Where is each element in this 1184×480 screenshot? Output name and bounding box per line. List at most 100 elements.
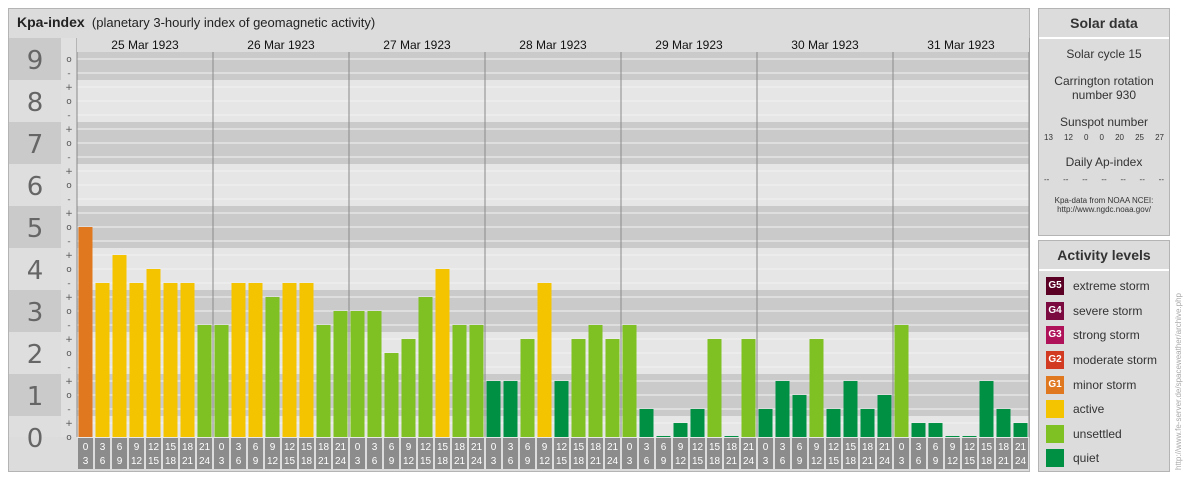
activity-levels-heading: Activity levels	[1039, 241, 1169, 271]
y-tick-label: 9	[27, 46, 44, 76]
y-subtick-label: -	[67, 321, 70, 331]
time-slot-end: 15	[284, 456, 296, 467]
y-subtick-label: +	[65, 293, 73, 303]
kp-bar	[214, 324, 229, 437]
time-slot-start: 15	[573, 442, 585, 453]
time-slot-end: 24	[1015, 456, 1027, 467]
time-slot-start: 3	[100, 442, 106, 453]
time-slot-end: 12	[267, 456, 279, 467]
time-slot-end: 18	[165, 456, 177, 467]
time-slot-end: 18	[301, 456, 313, 467]
sunspot-value: 12	[1064, 133, 1073, 142]
kp-bar	[112, 255, 127, 437]
legend-label: strong storm	[1073, 328, 1140, 343]
time-slot-start: 9	[134, 442, 140, 453]
source-line2: http://www.ngdc.noaa.gov/	[1057, 205, 1151, 214]
time-slot-end: 6	[508, 456, 514, 467]
kp-bar	[673, 423, 688, 437]
y-subtick-label: +	[65, 377, 73, 387]
kp-bar	[486, 381, 501, 437]
time-slot-end: 24	[743, 456, 755, 467]
y-subtick-label: -	[67, 195, 70, 205]
time-slot-start: 18	[726, 442, 738, 453]
time-slot-end: 12	[403, 456, 415, 467]
time-slot-start: 0	[83, 442, 89, 453]
time-slot-end: 15	[692, 456, 704, 467]
time-slot-end: 21	[726, 456, 738, 467]
legend-swatch: G3	[1046, 326, 1064, 345]
kp-bar	[707, 339, 722, 437]
time-slot-start: 21	[1015, 442, 1027, 453]
time-slot-start: 12	[556, 442, 568, 453]
ap-value: --	[1120, 175, 1126, 184]
time-slot-start: 21	[879, 442, 891, 453]
time-slot-end: 24	[335, 456, 347, 467]
kp-bar	[877, 395, 892, 437]
kp-bar	[656, 436, 671, 437]
time-slot-start: 6	[525, 442, 531, 453]
solar-data-panel: Solar data Solar cycle 15 Carrington rot…	[1038, 8, 1170, 236]
legend-item: quiet	[1039, 446, 1169, 471]
kp-bar	[639, 408, 654, 437]
time-slot-start: 12	[284, 442, 296, 453]
kp-bar	[605, 339, 620, 437]
credit-url: http://www.fe-server.de/spaceweather/arc…	[1174, 293, 1183, 470]
y-tick-label: 1	[27, 382, 44, 412]
time-slot-end: 18	[437, 456, 449, 467]
time-slot-end: 3	[899, 456, 905, 467]
time-slot-end: 9	[933, 456, 939, 467]
time-slot-start: 15	[709, 442, 721, 453]
time-slot-start: 15	[165, 442, 177, 453]
legend-label: minor storm	[1073, 377, 1137, 392]
time-slot-start: 6	[117, 442, 123, 453]
time-slot-end: 24	[879, 456, 891, 467]
day-label: 26 Mar 1923	[247, 38, 315, 52]
time-slot-end: 18	[573, 456, 585, 467]
sunspot-value: 27	[1155, 133, 1164, 142]
y-tick-label: 2	[27, 340, 44, 370]
y-subtick-label: -	[67, 69, 70, 79]
time-slot-end: 21	[862, 456, 874, 467]
time-slot-start: 12	[828, 442, 840, 453]
time-slot-start: 6	[253, 442, 259, 453]
time-slot-start: 15	[981, 442, 993, 453]
y-subtick-label: o	[66, 139, 72, 149]
time-slot-end: 12	[811, 456, 823, 467]
time-slot-end: 21	[454, 456, 466, 467]
time-slot-start: 3	[508, 442, 514, 453]
time-slot-end: 15	[828, 456, 840, 467]
kp-bar	[945, 436, 960, 437]
y-subtick-label: o	[66, 265, 72, 275]
kp-bar	[809, 339, 824, 437]
kp-bar	[452, 324, 467, 437]
legend-swatch	[1046, 449, 1064, 468]
y-subtick-label: +	[65, 83, 73, 93]
time-slot-start: 9	[270, 442, 276, 453]
sunspot-values: 13 12 0 0 20 25 27	[1039, 133, 1169, 142]
kp-bar	[741, 339, 756, 437]
day-label: 25 Mar 1923	[111, 38, 179, 52]
time-slot-end: 24	[471, 456, 483, 467]
kp-bar	[758, 408, 773, 437]
y-tick-label: 5	[27, 214, 44, 244]
time-slot-end: 18	[845, 456, 857, 467]
y-tick-label: 6	[27, 172, 44, 202]
kp-bar	[622, 324, 637, 437]
time-slot-end: 9	[117, 456, 123, 467]
y-subtick-label: o	[66, 97, 72, 107]
sunspot-value: 0	[1099, 133, 1104, 142]
ap-value: --	[1044, 175, 1050, 184]
time-slot-end: 15	[420, 456, 432, 467]
time-slot-start: 18	[862, 442, 874, 453]
time-slot-start: 3	[372, 442, 378, 453]
carrington-line2: number 930	[1071, 88, 1137, 102]
time-slot-start: 18	[998, 442, 1010, 453]
y-subtick-label: o	[66, 223, 72, 233]
kp-bar	[146, 269, 161, 437]
activity-legend: G5 extreme storm G4 severe storm G3 strong st…	[1039, 271, 1169, 471]
kp-bar	[928, 423, 943, 437]
y-subtick-label: -	[67, 153, 70, 163]
kp-bar	[1013, 423, 1028, 437]
y-subtick-label: -	[67, 111, 70, 121]
time-slot-start: 9	[950, 442, 956, 453]
